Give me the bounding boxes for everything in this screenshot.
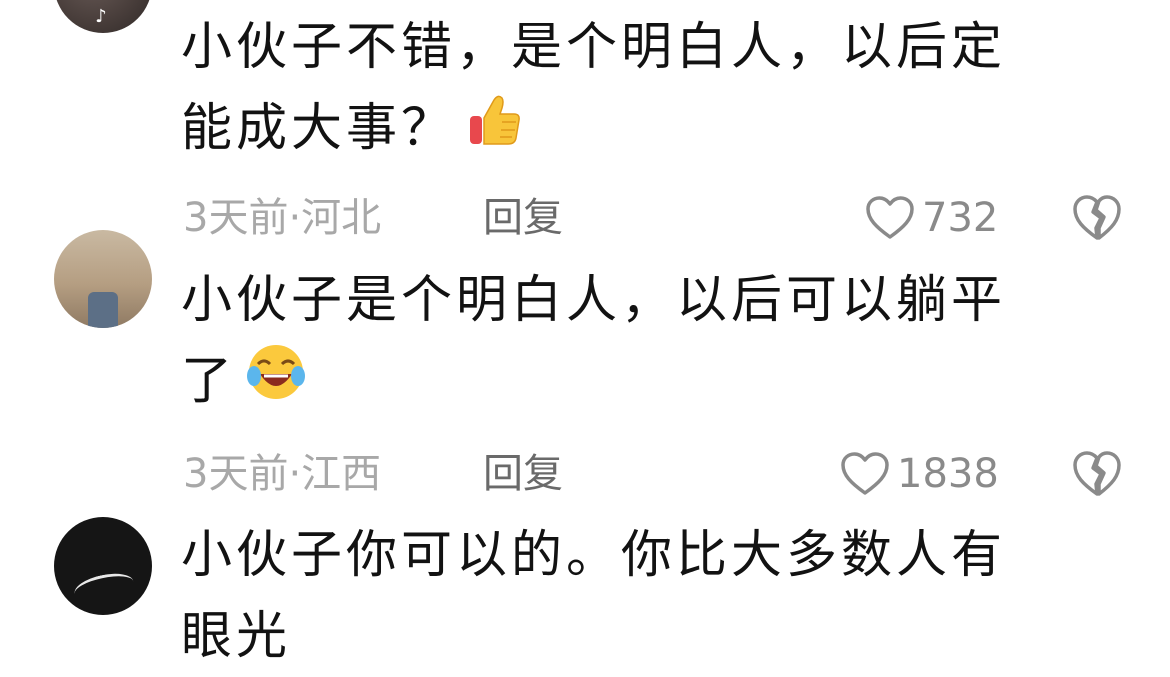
tiktok-logo-icon: ♪ — [95, 6, 107, 27]
avatar-graphic — [72, 569, 136, 606]
comment-text-line: 小伙子你可以的。你比大多数人有 — [181, 526, 1007, 585]
comment-text-line: 了 — [181, 341, 1101, 426]
broken-heart-icon — [1073, 195, 1121, 240]
avatar-figure — [88, 292, 118, 328]
thumbs-up-emoji-icon — [466, 91, 522, 172]
comment-meta: 3天前·江西 — [183, 451, 382, 497]
heart-outline-icon — [866, 196, 914, 239]
comment-text: 小伙子你可以的。你比大多数人有 眼光 — [181, 515, 1101, 677]
reply-button[interactable]: 回复 — [483, 450, 563, 498]
reply-button[interactable]: 回复 — [483, 194, 563, 242]
heart-outline-icon — [841, 452, 889, 495]
like-button[interactable]: 1838 — [839, 450, 999, 498]
laughing-crying-emoji-icon — [246, 342, 306, 426]
like-count: 1838 — [897, 451, 999, 497]
comment-text-line: 能成大事？ — [181, 88, 1101, 172]
avatar[interactable] — [54, 230, 152, 328]
comment-text: 小伙子是个明白人，以后可以躺平 了 — [181, 260, 1101, 426]
like-count: 732 — [922, 195, 999, 241]
comment-meta: 3天前·河北 — [183, 195, 382, 241]
comment-text-line: 小伙子是个明白人，以后可以躺平 — [181, 271, 1007, 330]
avatar[interactable] — [54, 517, 152, 615]
like-button[interactable]: 732 — [864, 194, 998, 242]
dislike-button[interactable] — [1070, 192, 1124, 244]
comment-text-line: 眼光 — [181, 607, 292, 666]
dislike-button[interactable] — [1070, 448, 1124, 500]
comment-text: 小伙子不错，是个明白人，以后定 能成大事？ — [181, 7, 1101, 172]
broken-heart-icon — [1073, 451, 1121, 496]
comment-text-line: 小伙子不错，是个明白人，以后定 — [181, 18, 1007, 77]
avatar[interactable]: ♪ — [54, 0, 152, 33]
